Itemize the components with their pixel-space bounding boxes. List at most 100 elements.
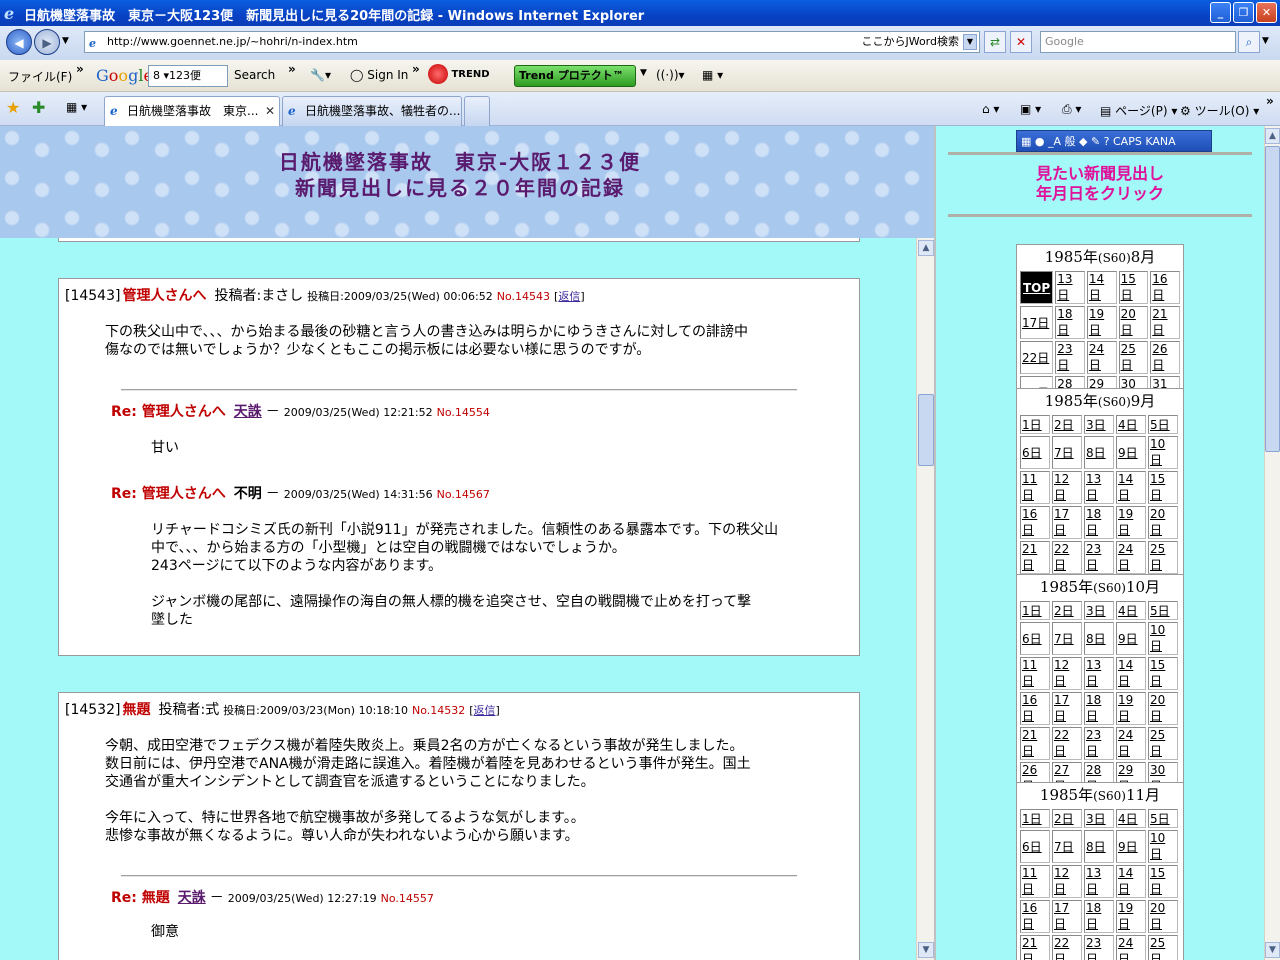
date-link[interactable]: 16日 — [1022, 507, 1037, 537]
date-link[interactable]: 12日 — [1054, 472, 1069, 502]
date-link[interactable]: 10日 — [1150, 437, 1165, 467]
feed-icon[interactable]: ((·))▾ — [656, 68, 685, 82]
close-icon[interactable]: ✕ — [265, 97, 275, 125]
reply-link[interactable]: 返信 — [474, 704, 496, 717]
date-link[interactable]: 9日 — [1118, 446, 1138, 460]
chevron-more-icon[interactable]: » — [412, 62, 420, 76]
date-link[interactable]: 23日 — [1086, 728, 1101, 758]
date-link[interactable]: 12日 — [1054, 658, 1069, 688]
date-link[interactable]: 6日 — [1022, 632, 1042, 646]
date-link[interactable]: 18日 — [1057, 307, 1072, 337]
new-tab-button[interactable] — [464, 96, 490, 126]
date-link[interactable]: 3日 — [1086, 604, 1106, 618]
date-link[interactable]: 22日 — [1022, 351, 1049, 365]
home-icon[interactable]: ⌂ ▾ — [982, 102, 999, 116]
date-link[interactable]: 4日 — [1118, 604, 1138, 618]
date-link[interactable]: 14日 — [1118, 658, 1133, 688]
date-link[interactable]: 5日 — [1150, 812, 1170, 826]
date-link[interactable]: 7日 — [1054, 632, 1074, 646]
keyboard-icon[interactable]: ▦ ▾ — [702, 68, 723, 82]
date-link[interactable]: 4日 — [1118, 812, 1138, 826]
quick-tabs-icon[interactable]: ▦ ▾ — [66, 100, 87, 114]
date-link[interactable]: 25日 — [1121, 342, 1136, 372]
forward-arrow-icon[interactable]: ▶ — [34, 29, 60, 55]
date-link[interactable]: 3日 — [1086, 812, 1106, 826]
date-link[interactable]: 4日 — [1118, 418, 1138, 432]
date-link[interactable]: 17日 — [1022, 316, 1049, 330]
back-arrow-icon[interactable]: ◀ — [6, 29, 32, 55]
trend-protect-button[interactable]: Trend プロテクト™ — [514, 65, 636, 87]
jword-label[interactable]: ここからJWord検索 — [861, 32, 959, 52]
date-link[interactable]: 17日 — [1054, 901, 1069, 931]
scroll-up-icon[interactable]: ▲ — [1265, 128, 1280, 144]
file-menu[interactable]: ファイル(F) — [8, 68, 72, 85]
date-link[interactable]: 5日 — [1150, 604, 1170, 618]
tab-inactive[interactable]: e 日航機墜落事故、犠牲者の... — [282, 96, 462, 126]
date-link[interactable]: 17日 — [1054, 507, 1069, 537]
date-link[interactable]: 18日 — [1086, 693, 1101, 723]
date-link[interactable]: 19日 — [1118, 507, 1133, 537]
printer-icon[interactable]: ⎙ ▾ — [1062, 102, 1081, 117]
star-icon[interactable]: ★ — [6, 98, 20, 117]
date-link[interactable]: 3日 — [1086, 418, 1106, 432]
date-link[interactable]: 7日 — [1054, 840, 1074, 854]
date-link[interactable]: 17日 — [1054, 693, 1069, 723]
date-link[interactable]: 15日 — [1150, 472, 1165, 502]
close-button[interactable]: ✕ — [1256, 2, 1277, 23]
date-link[interactable]: 19日 — [1118, 693, 1133, 723]
refresh-icon[interactable]: ⇄ — [984, 31, 1006, 53]
date-link[interactable]: 25日 — [1150, 936, 1165, 960]
date-link[interactable]: 13日 — [1086, 658, 1101, 688]
tools-menu[interactable]: ⚙ ツール(O) ▾ — [1180, 102, 1259, 119]
date-link[interactable]: 13日 — [1086, 472, 1101, 502]
date-link[interactable]: 12日 — [1054, 866, 1069, 896]
search-icon[interactable]: ⌕ — [1238, 31, 1260, 53]
date-link[interactable]: 8日 — [1086, 446, 1106, 460]
date-link[interactable]: 6日 — [1022, 446, 1042, 460]
top-link[interactable]: TOP — [1023, 281, 1050, 295]
date-link[interactable]: 1日 — [1022, 418, 1042, 432]
date-link[interactable]: 20日 — [1150, 901, 1165, 931]
date-link[interactable]: 24日 — [1118, 728, 1133, 758]
date-link[interactable]: 10日 — [1150, 623, 1165, 653]
search-input[interactable]: Google — [1040, 31, 1236, 53]
date-link[interactable]: 11日 — [1022, 472, 1037, 502]
scroll-up-icon[interactable]: ▲ — [918, 240, 934, 256]
stop-icon[interactable]: ✕ — [1010, 31, 1032, 53]
date-link[interactable]: 15日 — [1121, 272, 1136, 302]
chevron-down-icon[interactable]: ▼ — [640, 68, 647, 78]
scroll-thumb[interactable] — [1265, 146, 1280, 452]
chevron-more-icon[interactable]: » — [288, 62, 296, 76]
date-link[interactable]: 23日 — [1057, 342, 1072, 372]
date-link[interactable]: 21日 — [1022, 936, 1037, 960]
reply-link[interactable]: 返信 — [558, 290, 580, 303]
date-link[interactable]: 25日 — [1150, 542, 1165, 572]
google-search-button[interactable]: Search — [234, 68, 275, 82]
date-link[interactable]: 24日 — [1118, 936, 1133, 960]
scroll-down-icon[interactable]: ▼ — [918, 942, 934, 958]
chevron-more-icon[interactable]: » — [1266, 94, 1274, 108]
date-link[interactable]: 15日 — [1150, 866, 1165, 896]
date-link[interactable]: 24日 — [1089, 342, 1104, 372]
date-link[interactable]: 21日 — [1152, 307, 1167, 337]
date-link[interactable]: 13日 — [1057, 272, 1072, 302]
wrench-icon[interactable]: 🔧▾ — [310, 68, 331, 82]
date-link[interactable]: 20日 — [1150, 507, 1165, 537]
date-link[interactable]: 23日 — [1086, 542, 1101, 572]
reply-author-link[interactable]: 天誅 — [178, 890, 206, 906]
date-link[interactable]: 19日 — [1118, 901, 1133, 931]
chevron-down-icon[interactable]: ▼ — [963, 34, 977, 50]
ime-toolbar[interactable]: ▦ ● _A 般 ◆ ✎ ? CAPS KANA — [1016, 130, 1212, 152]
reply-author-link[interactable]: 天誅 — [234, 404, 262, 420]
left-scrollbar[interactable]: ▲ ▼ — [916, 238, 934, 960]
date-link[interactable]: 21日 — [1022, 542, 1037, 572]
date-link[interactable]: 16日 — [1152, 272, 1167, 302]
address-input[interactable]: e http://www.goennet.ne.jp/~hohri/n-inde… — [84, 31, 980, 53]
restore-button[interactable]: ❐ — [1233, 2, 1254, 23]
date-link[interactable]: 14日 — [1118, 866, 1133, 896]
date-link[interactable]: 24日 — [1118, 542, 1133, 572]
date-link[interactable]: 6日 — [1022, 840, 1042, 854]
date-link[interactable]: 22日 — [1054, 542, 1069, 572]
date-link[interactable]: 13日 — [1086, 866, 1101, 896]
date-link[interactable]: 20日 — [1150, 693, 1165, 723]
